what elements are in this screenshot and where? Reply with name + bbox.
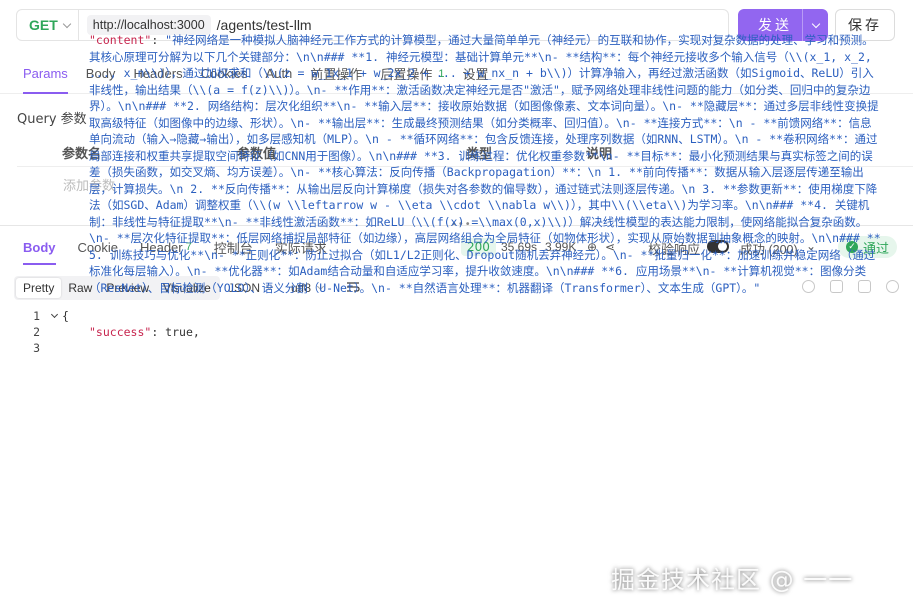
code-lines: { "success": true, — [62, 308, 882, 340]
method-select[interactable]: GET — [17, 10, 79, 40]
open-brace: { — [62, 309, 69, 323]
tab-label: Params — [23, 66, 68, 81]
line-number: 3 — [33, 341, 40, 355]
code-line: "success": true, — [89, 325, 200, 339]
json-value: true, — [165, 325, 200, 339]
tab-params[interactable]: Params — [23, 54, 68, 94]
json-key: "success" — [89, 325, 152, 339]
tab-label: Body — [23, 239, 56, 255]
line-number: 1 — [33, 309, 40, 323]
fold-chevron-icon[interactable] — [50, 310, 59, 319]
chevron-down-icon — [811, 19, 820, 28]
content-json-line: "content": "神经网络是一种模拟人脑神经元工作方式的计算模型，通过大量… — [89, 33, 881, 295]
watermark: 掘金技术社区 @ 一一 — [611, 566, 854, 594]
line-number: 2 — [33, 325, 40, 339]
json-key: "content" — [89, 33, 152, 47]
view-pretty[interactable]: Pretty — [16, 278, 62, 298]
tab-response-body[interactable]: Body — [23, 229, 56, 265]
line-numbers: 1 2 3 — [0, 308, 48, 356]
chevron-down-icon — [62, 19, 72, 28]
query-params-title: Query 参数 — [17, 112, 87, 127]
search-icon[interactable] — [886, 280, 899, 293]
json-value: "神经网络是一种模拟人脑神经元工作方式的计算模型，通过大量简单单元（神经元）的互… — [89, 33, 881, 295]
code-line: { — [62, 308, 882, 324]
method-label: GET — [29, 17, 58, 33]
url-path-input[interactable]: /agents/test-llm — [217, 17, 312, 33]
